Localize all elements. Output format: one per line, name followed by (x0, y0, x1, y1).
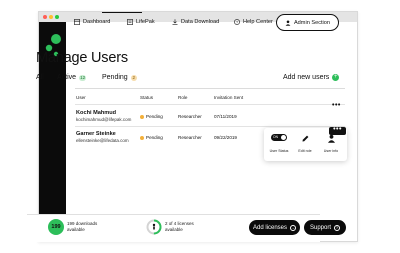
lifepak-icon (127, 19, 133, 25)
user-email: kochimahmud@lifepak.com (76, 117, 132, 122)
nav-dashboard-label: Dashboard (83, 19, 111, 25)
page-title: Manage Users (36, 50, 128, 66)
user-name: Kochi Mahmud (76, 110, 117, 116)
status-toggle-switch[interactable]: ON (271, 134, 287, 141)
nav-lifepak-label: LifePak (136, 19, 155, 25)
invitation-date: 09/22/2019 (214, 135, 237, 140)
nav-help-center-label: Help Center (243, 19, 273, 25)
row-menu-kebab-icon[interactable]: ••• (329, 126, 346, 135)
tab-all-label: All (36, 74, 44, 81)
user-email: ellensteinke@lifedata.com (76, 138, 129, 143)
user-role: Researcher (178, 114, 202, 119)
add-licenses-label: Add licenses (252, 224, 288, 231)
user-info-label: User info (323, 149, 339, 153)
edit-role-label: Edit role (298, 149, 312, 153)
nav-help-center[interactable]: ? Help Center (234, 19, 273, 25)
nav-data-download[interactable]: Data Download (172, 19, 219, 25)
tab-pending-count: 2 (130, 74, 137, 81)
admin-section-label: Admin Section (293, 19, 331, 26)
licenses-info: 2 of 4 licenses available (165, 221, 194, 233)
user-role: Researcher (178, 135, 202, 140)
pencil-icon (302, 135, 308, 142)
top-nav: Dashboard LifePak Data Download ? Help C… (30, 13, 400, 35)
downloads-line-2: available (67, 227, 85, 232)
tab-pending[interactable]: Pending 2 (102, 74, 137, 81)
svg-text:?: ? (236, 20, 238, 24)
row-menu-kebab-icon[interactable]: ••• (332, 102, 341, 109)
edit-role-action[interactable]: Edit role (294, 134, 316, 153)
column-header-status: Status (140, 95, 154, 100)
help-icon: ? (334, 224, 340, 231)
toggle-state-label: ON (273, 135, 278, 139)
tab-pending-label: Pending (102, 74, 128, 81)
arrow-right-icon: → (290, 224, 297, 231)
user-icon (285, 20, 291, 26)
licenses-line-2: available (165, 227, 183, 232)
status-label: Pending (146, 114, 163, 119)
pending-dot-icon (140, 114, 144, 119)
support-button[interactable]: Support ? (304, 220, 346, 235)
status-badge: Pending (140, 135, 163, 140)
toggle-icon: ON (268, 134, 290, 143)
tab-active[interactable]: Active 12 (57, 74, 87, 81)
column-header-user: User (76, 95, 86, 100)
active-tab-indicator (102, 12, 142, 13)
user-info-action[interactable]: User info (320, 134, 342, 153)
download-icon (172, 19, 178, 25)
user-info-icon (327, 134, 335, 143)
invitation-date: 07/11/2019 (214, 114, 237, 119)
user-status-label: User Status (269, 149, 289, 153)
tab-active-count: 12 (79, 74, 87, 81)
status-label: Pending (146, 135, 163, 140)
plus-icon: + (332, 74, 340, 81)
divider (75, 88, 345, 89)
user-status-toggle[interactable]: ON User Status (268, 134, 290, 153)
column-header-role: Role (178, 95, 188, 100)
person-icon (152, 223, 156, 230)
dashboard-icon (74, 19, 80, 25)
nav-data-download-label: Data Download (181, 19, 220, 25)
add-licenses-button[interactable]: Add licenses → (249, 220, 300, 235)
pending-dot-icon (140, 135, 144, 140)
divider (75, 104, 345, 105)
support-label: Support (309, 224, 331, 231)
tab-all[interactable]: All (36, 74, 44, 81)
add-new-users-button[interactable]: Add new users + (283, 74, 340, 81)
tab-active-label: Active (57, 74, 77, 81)
nav-lifepak[interactable]: LifePak (127, 19, 155, 25)
downloads-count-badge: 199 (48, 219, 64, 235)
licenses-progress-ring (146, 219, 162, 235)
help-icon: ? (234, 19, 240, 25)
add-new-users-label: Add new users (283, 74, 330, 81)
divider (75, 126, 345, 127)
nav-dashboard[interactable]: Dashboard (74, 19, 110, 25)
downloads-info: 199 downloads available (67, 221, 97, 233)
status-badge: Pending (140, 114, 163, 119)
user-name: Garner Steinke (76, 131, 116, 137)
column-header-invitation-sent: Invitation Sent (214, 95, 244, 100)
admin-section-button[interactable]: Admin Section (276, 14, 339, 31)
